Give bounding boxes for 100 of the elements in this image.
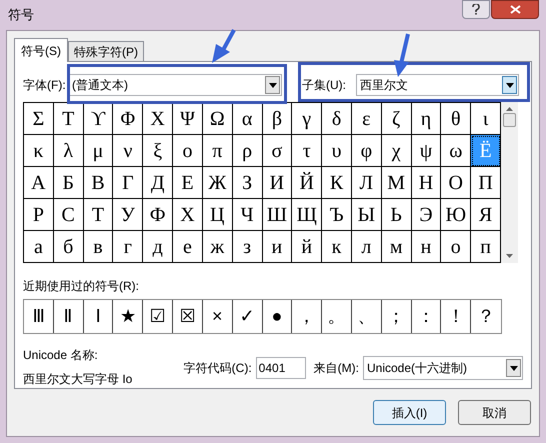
symbol-cell[interactable]: Н — [412, 167, 442, 199]
symbol-cell[interactable]: γ — [292, 103, 322, 135]
symbol-cell[interactable]: Я — [471, 199, 501, 231]
from-dropdown[interactable]: Unicode(十六进制) — [363, 356, 523, 380]
symbol-cell[interactable]: ρ — [232, 135, 262, 167]
field-label: 子集(U): — [302, 77, 347, 94]
symbol-cell[interactable]: ξ — [143, 135, 174, 167]
symbol-cell[interactable]: К — [322, 167, 352, 199]
symbol-cell[interactable]: φ — [352, 135, 382, 167]
symbol-cell[interactable]: Р — [24, 199, 54, 231]
symbol-cell[interactable]: κ — [24, 135, 54, 167]
symbol-cell[interactable]: б — [54, 231, 84, 263]
symbol-cell[interactable]: ι — [471, 103, 501, 135]
symbol-cell[interactable]: и — [262, 231, 292, 263]
symbol-cell[interactable]: π — [202, 135, 233, 167]
symbol-cell[interactable]: ψ — [412, 135, 442, 167]
symbol-cell[interactable]: з — [232, 231, 262, 263]
symbol-cell[interactable]: У — [113, 199, 144, 231]
scrollbar[interactable] — [501, 102, 518, 263]
field-label: 字体(F): — [23, 77, 67, 94]
symbol-cell[interactable]: Τ — [54, 103, 84, 135]
symbol-cell[interactable]: м — [382, 231, 412, 263]
symbol-cell[interactable]: υ — [322, 135, 352, 167]
symbol-cell[interactable]: З — [232, 167, 262, 199]
caret-icon — [510, 366, 518, 370]
symbol-cell[interactable]: λ — [54, 135, 84, 167]
symbol-cell[interactable]: σ — [262, 135, 292, 167]
symbol-cell[interactable]: Б — [54, 167, 84, 199]
symbol-cell[interactable]: Й — [292, 167, 322, 199]
symbol-cell[interactable]: Щ — [292, 199, 322, 231]
symbol-cell[interactable]: Ъ — [322, 199, 352, 231]
symbol-cell[interactable]: Ω — [202, 103, 233, 135]
symbol-cell[interactable]: н — [412, 231, 442, 263]
subset-dropdown[interactable]: 西里尔文 — [356, 74, 519, 96]
symbol-cell[interactable]: И — [262, 167, 292, 199]
symbol-cell[interactable]: θ — [441, 103, 472, 135]
help-button[interactable] — [462, 0, 490, 19]
symbol-cell[interactable]: Ь — [382, 199, 412, 231]
symbol-cell[interactable]: д — [143, 231, 174, 263]
symbol-cell[interactable]: й — [292, 231, 322, 263]
symbol-cell[interactable]: Ы — [352, 199, 382, 231]
symbol-cell[interactable]: С — [54, 199, 84, 231]
scroll-thumb[interactable] — [503, 113, 516, 127]
close-button[interactable] — [491, 0, 539, 19]
tab[interactable]: 特殊字符(P) — [68, 41, 144, 61]
symbol-cell[interactable]: а — [24, 231, 54, 263]
scroll-up-icon[interactable] — [506, 107, 513, 111]
symbol-cell[interactable]: ε — [352, 103, 382, 135]
field-label: Unicode 名称: — [23, 347, 98, 364]
symbol-cell[interactable]: Ψ — [173, 103, 203, 135]
symbol-cell[interactable]: Ж — [202, 167, 233, 199]
symbol-cell[interactable]: Э — [412, 199, 442, 231]
symbol-cell[interactable]: О — [441, 167, 472, 199]
symbol-cell[interactable]: В — [84, 167, 114, 199]
symbol-cell[interactable]: ж — [202, 231, 233, 263]
symbol-cell[interactable]: ω — [441, 135, 472, 167]
symbol-cell[interactable]: ν — [113, 135, 144, 167]
tab[interactable]: 符号(S) — [14, 38, 68, 62]
symbol-cell[interactable]: А — [24, 167, 54, 199]
symbol-cell[interactable]: Х — [173, 199, 203, 231]
symbol-cell[interactable]: Г — [113, 167, 144, 199]
symbol-cell[interactable]: п — [471, 231, 501, 263]
symbol-cell[interactable]: Σ — [24, 103, 54, 135]
symbol-cell[interactable]: ζ — [382, 103, 412, 135]
symbol-cell[interactable]: τ — [292, 135, 322, 167]
close-icon — [510, 5, 520, 14]
symbol-cell[interactable]: г — [113, 231, 144, 263]
symbol-cell[interactable]: Φ — [113, 103, 144, 135]
symbol-cell[interactable]: η — [412, 103, 442, 135]
symbol-cell[interactable]: Ш — [262, 199, 292, 231]
recent-symbol[interactable]: ？ — [471, 300, 501, 333]
symbol-cell[interactable]: Ц — [202, 199, 233, 231]
symbol-cell[interactable]: е — [173, 231, 203, 263]
symbol-cell[interactable]: Д — [143, 167, 174, 199]
symbol-cell[interactable]: Т — [84, 199, 114, 231]
symbol-cell[interactable]: β — [262, 103, 292, 135]
symbol-cell[interactable]: Ф — [143, 199, 174, 231]
font-dropdown[interactable]: (普通文本) — [68, 74, 282, 96]
section-label: 近期使用过的符号(R): — [23, 278, 139, 295]
symbol-cell[interactable]: о — [441, 231, 472, 263]
symbol-cell[interactable]: П — [471, 167, 501, 199]
symbol-cell[interactable]: Ч — [232, 199, 262, 231]
symbol-cell[interactable]: М — [382, 167, 412, 199]
symbol-cell[interactable]: к — [322, 231, 352, 263]
symbol-cell[interactable]: α — [232, 103, 262, 135]
symbol-cell[interactable]: л — [352, 231, 382, 263]
symbol-cell[interactable]: Л — [352, 167, 382, 199]
symbol-cell[interactable]: Ю — [441, 199, 472, 231]
symbol-cell[interactable]: δ — [322, 103, 352, 135]
symbol-cell[interactable]: χ — [382, 135, 412, 167]
symbol-cell[interactable]: Е — [173, 167, 203, 199]
scroll-down-icon[interactable] — [506, 254, 513, 258]
dialog-button[interactable]: 插入(I) — [373, 400, 446, 425]
char-code-field[interactable]: 0401 — [256, 357, 306, 379]
symbol-cell[interactable]: ϒ — [84, 103, 114, 135]
dialog-button[interactable]: 取消 — [458, 400, 531, 425]
symbol-cell[interactable]: ο — [173, 135, 203, 167]
symbol-cell[interactable]: в — [84, 231, 114, 263]
symbol-cell[interactable]: Χ — [143, 103, 174, 135]
symbol-cell[interactable]: μ — [84, 135, 114, 167]
